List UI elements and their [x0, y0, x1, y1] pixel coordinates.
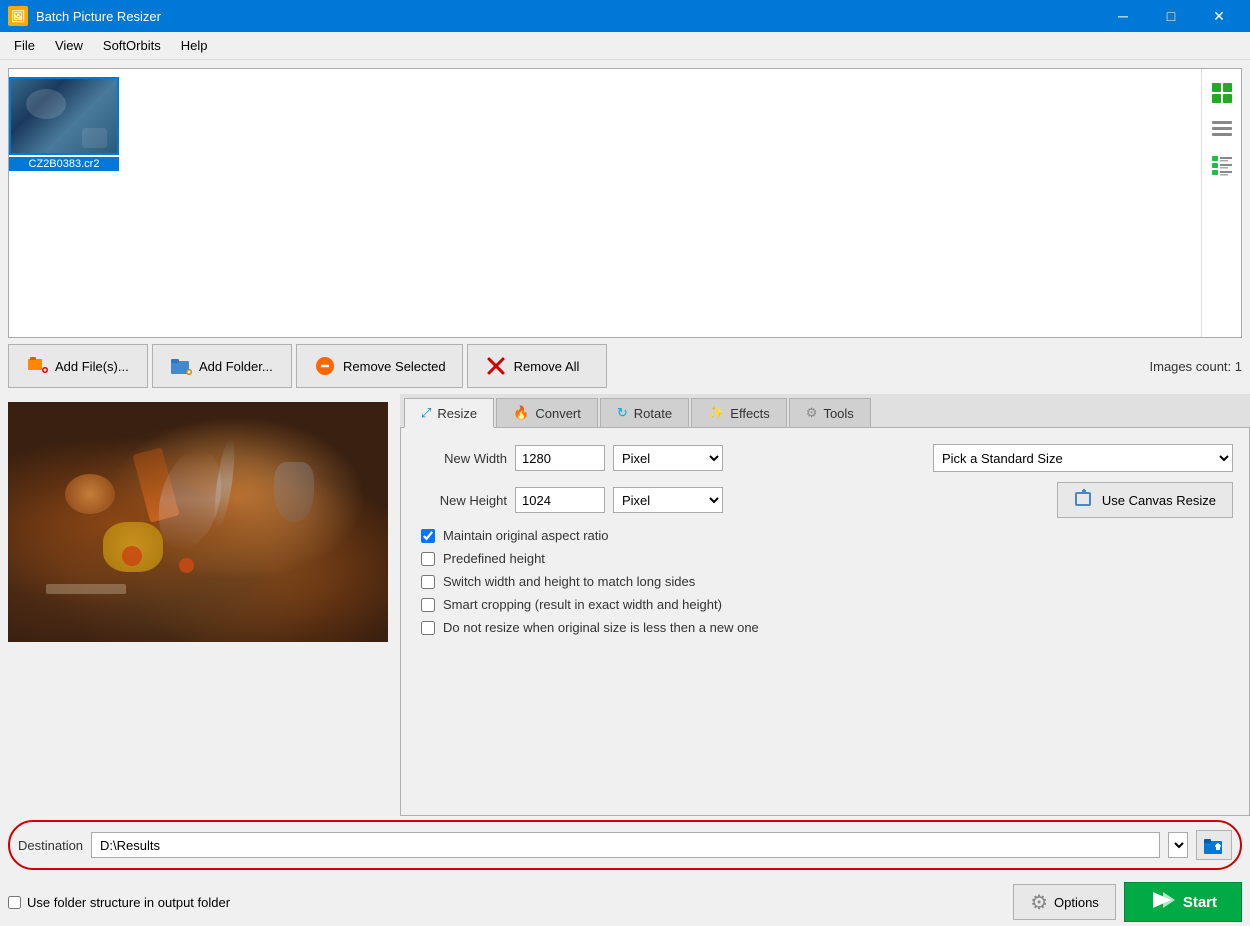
folder-structure-checkbox[interactable] — [8, 896, 21, 909]
remove-selected-label: Remove Selected — [343, 359, 446, 374]
settings-content: New Width Pixel Percent Pick a Standard … — [400, 427, 1250, 816]
effects-tab-icon: ✨ — [708, 405, 724, 421]
image-area: CZ2B0383.cr2 — [8, 68, 1242, 338]
remove-all-button[interactable]: Remove All — [467, 344, 607, 388]
add-folder-button[interactable]: Add Folder... — [152, 344, 292, 388]
remove-all-label: Remove All — [514, 359, 580, 374]
tab-resize[interactable]: ⤢ Resize — [404, 398, 494, 428]
height-label: New Height — [417, 493, 507, 508]
main-container: CZ2B0383.cr2 — [0, 60, 1250, 926]
switch-width-height-checkbox[interactable] — [421, 575, 435, 589]
width-unit-select[interactable]: Pixel Percent — [613, 445, 723, 471]
menu-view[interactable]: View — [45, 34, 93, 57]
preview-area — [0, 394, 400, 816]
tools-tab-label: Tools — [823, 406, 853, 421]
destination-browse-button[interactable] — [1196, 830, 1232, 860]
menu-softorbits[interactable]: SoftOrbits — [93, 34, 171, 57]
canvas-resize-button[interactable]: Use Canvas Resize — [1057, 482, 1233, 518]
gear-icon: ⚙ — [1030, 890, 1048, 915]
remove-all-icon — [484, 354, 508, 378]
options-label: Options — [1054, 895, 1099, 910]
close-button[interactable]: ✕ — [1196, 0, 1242, 32]
destination-label: Destination — [18, 838, 83, 853]
tab-tools[interactable]: ⚙ Tools — [789, 398, 871, 427]
menubar: File View SoftOrbits Help — [0, 32, 1250, 60]
tab-effects[interactable]: ✨ Effects — [691, 398, 787, 427]
predefined-height-label[interactable]: Predefined height — [443, 551, 545, 566]
menu-help[interactable]: Help — [171, 34, 218, 57]
details-view-button[interactable] — [1206, 149, 1238, 181]
bottom-panel: ⤢ Resize 🔥 Convert ↻ Rotate ✨ Effects ⚙ — [0, 394, 1250, 816]
minimize-button[interactable]: ─ — [1100, 0, 1146, 32]
start-label: Start — [1183, 894, 1217, 911]
predefined-height-row: Predefined height — [417, 551, 1233, 566]
smart-cropping-label[interactable]: Smart cropping (result in exact width an… — [443, 597, 722, 612]
tools-tab-icon: ⚙ — [806, 405, 818, 421]
settings-panel: ⤢ Resize 🔥 Convert ↻ Rotate ✨ Effects ⚙ — [400, 394, 1250, 816]
tab-convert[interactable]: 🔥 Convert — [496, 398, 598, 427]
width-label: New Width — [417, 451, 507, 466]
thumb-preview — [9, 77, 119, 155]
resize-tab-icon: ⤢ — [421, 405, 431, 421]
add-files-button[interactable]: Add File(s)... — [8, 344, 148, 388]
image-thumb[interactable]: CZ2B0383.cr2 — [9, 69, 119, 179]
folder-structure-label[interactable]: Use folder structure in output folder — [27, 895, 230, 910]
width-row: New Width Pixel Percent Pick a Standard … — [417, 444, 1233, 472]
standard-size-select[interactable]: Pick a Standard Size — [933, 444, 1233, 472]
tabs: ⤢ Resize 🔥 Convert ↻ Rotate ✨ Effects ⚙ — [400, 394, 1250, 427]
view-mode-sidebar — [1201, 69, 1241, 337]
height-input[interactable] — [515, 487, 605, 513]
app-icon: 🖼 — [8, 6, 28, 26]
destination-dropdown[interactable] — [1168, 832, 1188, 858]
titlebar: 🖼 Batch Picture Resizer ─ □ ✕ — [0, 0, 1250, 32]
convert-tab-icon: 🔥 — [513, 405, 529, 421]
preview-image — [8, 402, 388, 642]
maximize-button[interactable]: □ — [1148, 0, 1194, 32]
smart-cropping-checkbox[interactable] — [421, 598, 435, 612]
images-count: Images count: 1 — [1150, 359, 1243, 374]
list-view-button[interactable] — [1206, 113, 1238, 145]
thumbnail-view-button[interactable] — [1206, 77, 1238, 109]
convert-tab-label: Convert — [535, 406, 581, 421]
switch-width-height-label[interactable]: Switch width and height to match long si… — [443, 574, 695, 589]
add-files-label: Add File(s)... — [55, 359, 129, 374]
resize-tab-label: Resize — [437, 406, 477, 421]
height-unit-select[interactable]: Pixel Percent — [613, 487, 723, 513]
menu-file[interactable]: File — [4, 34, 45, 57]
tab-rotate[interactable]: ↻ Rotate — [600, 398, 689, 427]
app-title: Batch Picture Resizer — [36, 9, 1100, 24]
maintain-aspect-checkbox[interactable] — [421, 529, 435, 543]
start-button[interactable]: Start — [1124, 882, 1242, 922]
predefined-height-checkbox[interactable] — [421, 552, 435, 566]
smart-cropping-row: Smart cropping (result in exact width an… — [417, 597, 1233, 612]
maintain-aspect-label[interactable]: Maintain original aspect ratio — [443, 528, 608, 543]
start-arrow-icon — [1149, 887, 1175, 917]
no-resize-checkbox[interactable] — [421, 621, 435, 635]
rotate-tab-label: Rotate — [634, 406, 672, 421]
destination-bar: Destination — [8, 820, 1242, 870]
action-bar: Use folder structure in output folder ⚙ … — [0, 878, 1250, 926]
maintain-aspect-row: Maintain original aspect ratio — [417, 528, 1233, 543]
options-button[interactable]: ⚙ Options — [1013, 884, 1116, 920]
remove-selected-icon — [313, 354, 337, 378]
destination-input[interactable] — [91, 832, 1160, 858]
remove-selected-button[interactable]: Remove Selected — [296, 344, 463, 388]
folder-structure-row: Use folder structure in output folder — [8, 895, 230, 910]
rotate-tab-icon: ↻ — [617, 405, 628, 421]
no-resize-label[interactable]: Do not resize when original size is less… — [443, 620, 759, 635]
right-actions: ⚙ Options Start — [1013, 882, 1242, 922]
width-input[interactable] — [515, 445, 605, 471]
switch-width-height-row: Switch width and height to match long si… — [417, 574, 1233, 589]
canvas-resize-icon — [1074, 489, 1094, 512]
add-files-icon — [25, 354, 49, 378]
no-resize-row: Do not resize when original size is less… — [417, 620, 1233, 635]
add-folder-label: Add Folder... — [199, 359, 273, 374]
thumb-label: CZ2B0383.cr2 — [9, 157, 119, 171]
window-controls: ─ □ ✕ — [1100, 0, 1242, 32]
add-folder-icon — [169, 354, 193, 378]
effects-tab-label: Effects — [730, 406, 770, 421]
canvas-resize-label: Use Canvas Resize — [1102, 493, 1216, 508]
toolbar: Add File(s)... Add Folder... — [0, 338, 1250, 394]
height-row: New Height Pixel Percent — [417, 482, 1233, 518]
